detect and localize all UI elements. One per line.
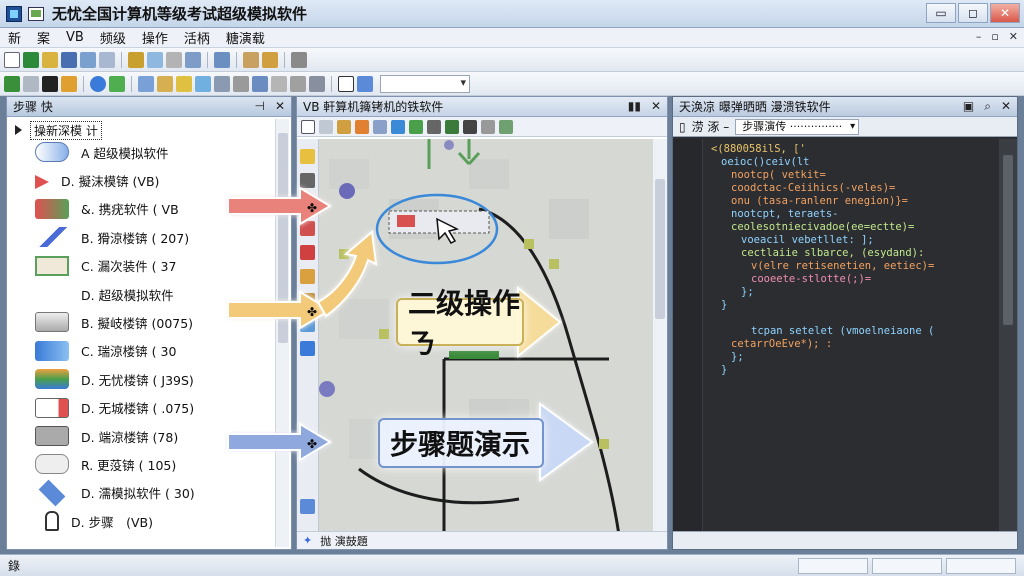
yellow-banner-arrowhead: [517, 285, 562, 359]
svg-text:✤: ✤: [307, 305, 317, 319]
status-cells: [798, 558, 1016, 574]
blue-callout-arrow: ✤: [227, 422, 332, 462]
status-bar: 錄: [0, 554, 1024, 576]
step-demo-banner-text: 步骤题演示: [390, 428, 531, 461]
yellow-curved-arrow: [316, 230, 378, 318]
step-demo-banner: 步骤题演示: [378, 418, 544, 468]
svg-text:✤: ✤: [307, 437, 317, 451]
svg-text:✤: ✤: [307, 201, 317, 215]
red-callout-arrow: ✤: [227, 186, 332, 226]
yellow-callout-arrow: ✤: [227, 290, 332, 330]
level2-banner-text: 二级操作ㄋ: [408, 287, 521, 360]
blue-banner-arrowhead: [539, 402, 594, 482]
level2-operation-banner: 二级操作ㄋ: [396, 287, 524, 360]
status-cell: [872, 558, 942, 574]
status-text: 錄: [8, 559, 21, 573]
status-cell: [946, 558, 1016, 574]
status-cell: [798, 558, 868, 574]
